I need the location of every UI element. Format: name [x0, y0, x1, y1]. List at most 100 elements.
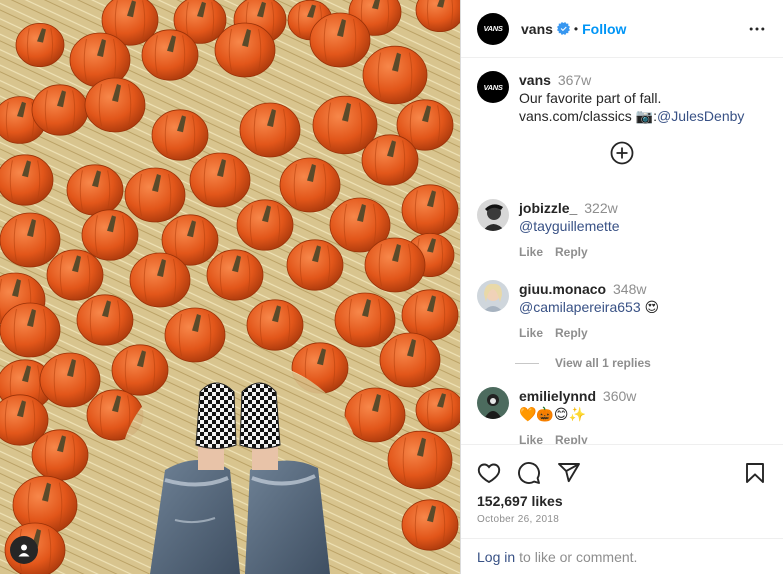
- comment-reply-button[interactable]: Reply: [555, 433, 588, 444]
- comment-like-button[interactable]: Like: [519, 245, 543, 259]
- load-more-comments[interactable]: [461, 141, 783, 165]
- pumpkin-shape: [76, 294, 134, 346]
- caption-mention[interactable]: @JulesDenby: [657, 108, 744, 124]
- login-suffix: to like or comment.: [519, 548, 638, 565]
- caption-time[interactable]: 367w: [558, 72, 591, 88]
- comment-like-button[interactable]: Like: [519, 433, 543, 444]
- caption-link[interactable]: vans.com/classics: [519, 108, 636, 124]
- pumpkin-shape: [214, 22, 276, 78]
- view-replies-label: View all 1 replies: [555, 356, 651, 370]
- comment-text: 😍: [640, 299, 660, 315]
- author-username[interactable]: vans: [521, 21, 553, 37]
- add-circle-icon[interactable]: [610, 141, 634, 165]
- pumpkin-shape: [0, 302, 61, 358]
- pumpkin-shape: [362, 45, 428, 105]
- post-actions-section: 152,697 likes October 26, 2018 Log in to…: [461, 444, 783, 574]
- comment-reply-button[interactable]: Reply: [555, 245, 588, 259]
- pumpkin-shape: [344, 387, 406, 443]
- header-separator: •: [573, 21, 579, 36]
- comment-username[interactable]: emilielynnd: [519, 388, 596, 404]
- comment-item: giuu.monaco 348w @camilapereira653 😍 Lik…: [461, 280, 675, 342]
- comment-username[interactable]: giuu.monaco: [519, 281, 606, 297]
- pumpkin-shape: [164, 307, 226, 363]
- comment-like-button[interactable]: Like: [519, 326, 543, 340]
- pumpkin-shape: [364, 237, 426, 293]
- avatar-logo-text: VANS: [483, 24, 503, 33]
- caption-line-1: Our favorite part of fall.: [519, 90, 662, 106]
- comment-body: emilielynnd 360w 🧡🎃😊✨ Like Reply: [519, 387, 636, 444]
- pumpkin-shape: [151, 109, 209, 161]
- pumpkin-shape: [84, 77, 146, 133]
- commenter-avatar[interactable]: [477, 280, 509, 312]
- login-link[interactable]: Log in: [477, 549, 515, 565]
- pumpkin-shape: [46, 249, 104, 301]
- pumpkin-shape: [279, 157, 341, 213]
- comment-time[interactable]: 348w: [613, 281, 646, 297]
- pumpkin-shape: [401, 184, 459, 236]
- pumpkin-shape: [236, 199, 294, 251]
- pumpkin-shape: [334, 292, 396, 348]
- verified-badge-icon: [556, 22, 570, 35]
- comment-reply-button[interactable]: Reply: [555, 326, 588, 340]
- post-side-panel: VANS vans • Follow VANS vans 367w Our fa…: [460, 0, 783, 574]
- follow-button[interactable]: Follow: [582, 21, 626, 37]
- user-tag-icon[interactable]: [10, 536, 38, 564]
- pumpkin-shape: [124, 167, 186, 223]
- pumpkin-shape: [286, 239, 344, 291]
- replies-divider-line: [515, 362, 539, 364]
- commenter-avatar[interactable]: [477, 387, 509, 419]
- pumpkin-shape: [81, 209, 139, 261]
- comment-mention[interactable]: @tayguillemette: [519, 218, 620, 234]
- pumpkin-shape: [129, 252, 191, 308]
- caption-line-2: vans.com/classics 📷:@JulesDenby: [519, 107, 744, 125]
- comment-username[interactable]: jobizzle_: [519, 200, 577, 216]
- pumpkin-shape: [39, 352, 101, 408]
- caption-avatar[interactable]: VANS: [477, 71, 509, 103]
- bookmark-icon[interactable]: [743, 461, 767, 485]
- pumpkin-shape: [239, 102, 301, 158]
- paper-plane-icon[interactable]: [557, 461, 581, 485]
- pumpkin-shape: [206, 249, 264, 301]
- heart-icon[interactable]: [477, 461, 501, 485]
- caption-body: vans 367w Our favorite part of fall. van…: [519, 71, 744, 125]
- comment-text: 🧡🎃😊✨: [519, 406, 586, 422]
- pumpkin-shape: [141, 29, 199, 81]
- comment-time[interactable]: 322w: [584, 200, 617, 216]
- author-avatar[interactable]: VANS: [477, 12, 509, 45]
- pumpkin-shape: [401, 499, 459, 551]
- camera-emoji: 📷: [635, 108, 654, 124]
- pumpkin-shape: [246, 299, 304, 351]
- comment-icon[interactable]: [517, 461, 541, 485]
- comment-body: jobizzle_ 322w @tayguillemette Like Reply: [519, 199, 620, 261]
- action-bar: [461, 445, 783, 487]
- caption-username[interactable]: vans: [519, 72, 551, 88]
- pumpkin-shape: [361, 134, 419, 186]
- pumpkin-shape: [15, 22, 65, 68]
- pumpkin-shape: [31, 429, 89, 481]
- pumpkin-shape: [415, 388, 460, 432]
- view-replies-button[interactable]: View all 1 replies: [515, 356, 651, 370]
- comment-mention[interactable]: @camilapereira653: [519, 299, 641, 315]
- pumpkin-shape: [31, 84, 89, 136]
- pumpkin-shape: [66, 164, 124, 216]
- pumpkin-shape: [0, 212, 61, 268]
- pumpkin-shape: [379, 332, 441, 388]
- post-date[interactable]: October 26, 2018: [461, 509, 783, 525]
- login-prompt: Log in to like or comment.: [461, 538, 783, 574]
- post-photo[interactable]: [0, 0, 460, 574]
- pumpkin-photo-illustration: [0, 0, 460, 574]
- more-options-icon[interactable]: [747, 19, 767, 39]
- likes-count[interactable]: 152,697 likes: [461, 487, 783, 509]
- comment-time[interactable]: 360w: [603, 388, 636, 404]
- commenter-avatar[interactable]: [477, 199, 509, 231]
- post-caption: VANS vans 367w Our favorite part of fall…: [461, 59, 783, 125]
- pumpkin-shape: [111, 344, 169, 396]
- post-header: VANS vans • Follow: [461, 0, 783, 58]
- comment-item: emilielynnd 360w 🧡🎃😊✨ Like Reply: [461, 387, 652, 444]
- comments-section[interactable]: VANS vans 367w Our favorite part of fall…: [461, 59, 783, 444]
- caption-avatar-text: VANS: [483, 82, 503, 92]
- pumpkin-shape: [309, 12, 371, 68]
- comment-item: jobizzle_ 322w @tayguillemette Like Reply: [461, 199, 636, 261]
- pumpkin-shape: [387, 430, 453, 490]
- comment-body: giuu.monaco 348w @camilapereira653 😍 Lik…: [519, 280, 659, 342]
